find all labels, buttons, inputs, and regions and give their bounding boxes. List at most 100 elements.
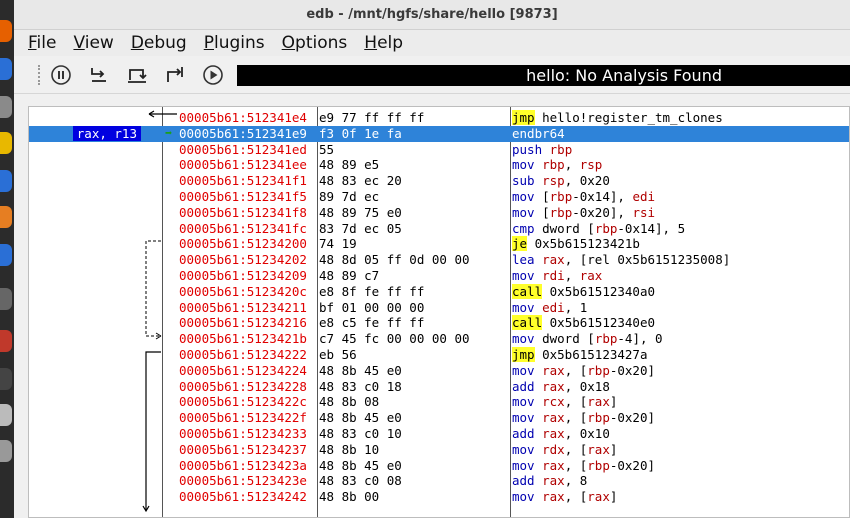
help-icon[interactable] bbox=[0, 244, 12, 266]
run-button[interactable] bbox=[200, 62, 226, 88]
menu-accelerator: P bbox=[203, 33, 214, 53]
opcode-bytes: 48 83 c0 10 bbox=[319, 426, 402, 441]
terminal-x-icon[interactable] bbox=[0, 330, 12, 352]
disasm-row[interactable]: 00005b61:51234224 48 8b 45 e0 mov rax, [rb… bbox=[29, 362, 849, 379]
instruction: add rax, 0x18 bbox=[512, 379, 610, 395]
operands: rbp bbox=[549, 141, 573, 157]
disasm-row[interactable]: rax, r13 ➡ 00005b61:512341e9 f3 0f 1e fa end… bbox=[29, 125, 849, 142]
disasm-row[interactable]: 00005b61:51234209 48 89 c7 mov rdi, rax bbox=[29, 268, 849, 284]
opcode-bytes: e8 c5 fe ff ff bbox=[319, 315, 425, 331]
menu-accelerator: V bbox=[73, 33, 85, 53]
menu-view[interactable]: View bbox=[73, 33, 113, 53]
menu-options[interactable]: Options bbox=[282, 33, 348, 53]
register-annotation: rax, r13 bbox=[29, 125, 149, 142]
terminal-icon[interactable] bbox=[0, 368, 12, 390]
thunderbird-icon[interactable] bbox=[0, 58, 12, 80]
instruction: jmp 0x5b615123427a bbox=[512, 347, 647, 363]
disasm-row[interactable]: 00005b61:512341f8 48 89 75 e0 mov [rbp-0x2… bbox=[29, 205, 849, 221]
disasm-row[interactable]: 00005b61:5123422f 48 8b 45 e0 mov rax, [rb… bbox=[29, 410, 849, 426]
menu-plugins[interactable]: Plugins bbox=[204, 33, 265, 53]
instruction: lea rax, [rel 0x5b6151235008] bbox=[512, 252, 730, 268]
edb-icon[interactable] bbox=[0, 288, 12, 310]
trash-icon[interactable] bbox=[0, 440, 12, 462]
mnemonic: jmp bbox=[512, 347, 535, 362]
menu-help[interactable]: Help bbox=[364, 33, 403, 53]
disasm-row[interactable]: 00005b61:512341f5 89 7d ec mov [rbp-0x14],… bbox=[29, 189, 849, 205]
operands: [rbp-0x20], rsi bbox=[542, 204, 656, 220]
menu-debug[interactable]: Debug bbox=[131, 33, 187, 53]
instruction: mov dword [rbp-4], 0 bbox=[512, 331, 663, 347]
instruction: jmp hello!register_tm_clones bbox=[512, 110, 723, 126]
pause-button[interactable] bbox=[48, 62, 74, 88]
opcode-bytes: 48 8b 10 bbox=[319, 441, 380, 457]
address: 00005b61:5123421b bbox=[179, 331, 307, 347]
address: 00005b61:512341ee bbox=[179, 157, 307, 173]
register-tag: rax, r13 bbox=[72, 125, 141, 141]
software-icon[interactable] bbox=[0, 206, 12, 228]
mnemonic: mov bbox=[512, 441, 535, 457]
instruction: mov [rbp-0x20], rsi bbox=[512, 205, 655, 221]
menu-file[interactable]: File bbox=[28, 33, 56, 53]
address: 00005b61:512341f1 bbox=[179, 173, 307, 189]
disasm-row[interactable]: 00005b61:51234237 48 8b 10 mov rdx, [rax] bbox=[29, 441, 849, 458]
disasm-row[interactable]: 00005b61:51234200 74 19 je 0x5b615123421b bbox=[29, 236, 849, 252]
menu-accelerator: F bbox=[28, 33, 37, 53]
mnemonic: jmp bbox=[512, 110, 535, 125]
opcode-bytes: e9 77 ff ff ff bbox=[319, 110, 425, 125]
address: 00005b61:5123423a bbox=[179, 457, 307, 473]
disasm-row[interactable]: 00005b61:5123421b c7 45 fc 00 00 00 00 mov… bbox=[29, 331, 849, 347]
instruction: mov [rbp-0x14], edi bbox=[512, 189, 655, 205]
mnemonic: call bbox=[512, 315, 543, 331]
disasm-row[interactable]: 00005b61:5123422c 48 8b 08 mov rcx, [rax] bbox=[29, 394, 849, 410]
opcode-bytes: 48 8b 45 e0 bbox=[319, 362, 402, 378]
rhythmbox-icon[interactable] bbox=[0, 132, 12, 154]
disc-icon[interactable] bbox=[0, 404, 12, 426]
disasm-row[interactable]: 00005b61:512341fc 83 7d ec 05 cmp dword [r… bbox=[29, 221, 849, 237]
menu-label: lugins bbox=[214, 33, 265, 53]
disasm-row[interactable]: 00005b61:51234228 48 83 c0 18 add rax, 0x1… bbox=[29, 379, 849, 395]
instruction: mov rdi, rax bbox=[512, 268, 602, 284]
step-out-button[interactable] bbox=[162, 62, 188, 88]
disasm-row[interactable]: 00005b61:512341ee 48 89 e5 mov rbp, rsp bbox=[29, 157, 849, 173]
opcode-bytes: 74 19 bbox=[319, 236, 357, 252]
instruction: call 0x5b61512340a0 bbox=[512, 283, 655, 300]
disasm-row[interactable]: 00005b61:51234202 48 8d 05 ff 0d 00 00 lea… bbox=[29, 252, 849, 268]
disasm-row[interactable]: 00005b61:51234211 bf 01 00 00 00 mov edi, … bbox=[29, 300, 849, 316]
step-over-button[interactable] bbox=[124, 62, 150, 88]
instruction: mov rcx, [rax] bbox=[512, 394, 617, 410]
firefox-icon[interactable] bbox=[0, 20, 12, 42]
opcode-bytes: f3 0f 1e fa bbox=[319, 125, 402, 141]
disasm-row[interactable]: 00005b61:5123420c e8 8f fe ff ff call 0x5b… bbox=[29, 283, 849, 300]
menu-label: ptions bbox=[295, 33, 348, 53]
operands: 0x5b61512340e0 bbox=[549, 315, 655, 331]
menu-label: elp bbox=[377, 33, 404, 53]
disasm-row[interactable]: 00005b61:51234233 48 83 c0 10 add rax, 0x1… bbox=[29, 426, 849, 442]
jmp-down-arrow-head bbox=[142, 505, 150, 513]
toolbar-grip[interactable] bbox=[38, 64, 44, 85]
disasm-row[interactable]: 00005b61:51234242 48 8b 00 mov rax, [rax] bbox=[29, 489, 849, 505]
menubar: File View Debug Plugins Options Help bbox=[14, 30, 850, 56]
instruction: mov edi, 1 bbox=[512, 300, 587, 316]
disasm-row[interactable]: 00005b61:5123423e 48 83 c0 08 add rax, 8 bbox=[29, 473, 849, 489]
disasm-row[interactable]: 00005b61:51234222 eb 56 jmp 0x5b615123427a bbox=[29, 347, 849, 363]
disasm-row[interactable]: 00005b61:51234216 e8 c5 fe ff ff call 0x5b… bbox=[29, 315, 849, 331]
menu-label: iew bbox=[84, 33, 114, 53]
writer-icon[interactable] bbox=[0, 170, 12, 192]
disassembly-view[interactable]: 00005b61:512341e4 e9 77 ff ff ff jmp hello… bbox=[28, 106, 850, 518]
opcode-bytes: 48 8b 45 e0 bbox=[319, 457, 402, 473]
files-icon[interactable] bbox=[0, 96, 12, 118]
mnemonic: push bbox=[512, 141, 543, 157]
step-into-button[interactable] bbox=[86, 62, 112, 88]
operands: hello!register_tm_clones bbox=[542, 110, 723, 125]
opcode-bytes: 48 89 c7 bbox=[319, 268, 380, 283]
opcode-bytes: 48 8b 45 e0 bbox=[319, 410, 402, 426]
ubuntu-dock bbox=[0, 0, 14, 518]
disasm-row[interactable]: 00005b61:5123423a 48 8b 45 e0 mov rax, [rb… bbox=[29, 457, 849, 474]
pause-icon bbox=[51, 64, 71, 85]
disasm-row[interactable]: 00005b61:512341e4 e9 77 ff ff ff jmp hello… bbox=[29, 110, 849, 126]
instruction: sub rsp, 0x20 bbox=[512, 173, 610, 189]
disasm-row[interactable]: 00005b61:512341ed 55 push rbp bbox=[29, 141, 849, 158]
mnemonic: mov bbox=[512, 457, 535, 473]
disasm-row[interactable]: 00005b61:512341f1 48 83 ec 20 sub rsp, 0x2… bbox=[29, 173, 849, 189]
operands: rdi, rax bbox=[542, 268, 603, 283]
